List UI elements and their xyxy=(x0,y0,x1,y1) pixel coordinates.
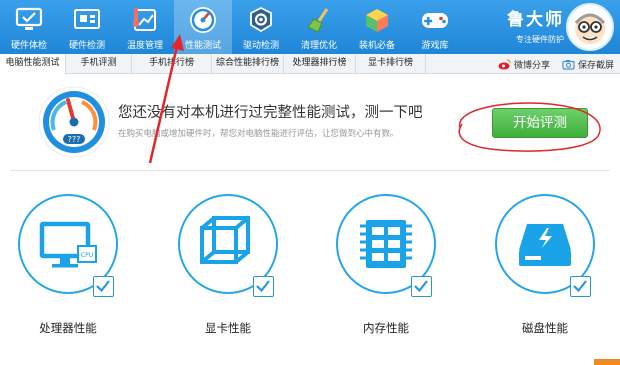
tab-overall-ranking[interactable]: 综合性能排行榜 xyxy=(212,54,284,74)
camera-icon xyxy=(562,59,575,70)
toolbar-hardware-checkup[interactable]: 硬件体检 xyxy=(0,0,58,54)
circuit-board-icon xyxy=(72,5,102,35)
save-screenshot-button[interactable]: 保存截屏 xyxy=(562,58,614,71)
toolbar-hardware-detect[interactable]: 硬件检测 xyxy=(58,0,116,54)
gauge-text: ??? xyxy=(68,135,81,144)
toolbar-clean-optimize[interactable]: 清理优化 xyxy=(290,0,348,54)
section-divider xyxy=(10,170,610,171)
mascot-avatar[interactable] xyxy=(566,3,614,51)
tab-cpu-ranking[interactable]: 处理器排行榜 xyxy=(284,54,356,74)
start-test-button[interactable]: 开始评测 xyxy=(492,108,588,138)
weibo-share-label: 微博分享 xyxy=(513,60,550,71)
checkmark-icon xyxy=(96,280,110,293)
broom-icon xyxy=(304,5,334,35)
toolbar-label: 硬件检测 xyxy=(68,41,105,51)
driver-gear-icon xyxy=(246,5,276,35)
toolbar-temperature[interactable]: 温度管理 xyxy=(116,0,174,54)
checkmark-icon xyxy=(573,280,587,293)
toolbar-label: 游戏库 xyxy=(421,41,449,51)
cpu-select-checkbox[interactable] xyxy=(93,276,114,297)
category-gpu[interactable]: 显卡性能 xyxy=(173,194,283,344)
toolbar-label: 清理优化 xyxy=(300,41,337,51)
weibo-share-button[interactable]: 微博分享 xyxy=(498,58,550,71)
disk-select-checkbox[interactable] xyxy=(570,276,591,297)
memory-select-checkbox[interactable] xyxy=(411,276,432,297)
tab-actions: 微博分享 保存截屏 xyxy=(486,54,614,74)
toolbar-label: 温度管理 xyxy=(126,41,163,51)
brand: 鲁大师 专注硬件防护 xyxy=(507,5,564,45)
brand-slogan: 专注硬件防护 xyxy=(516,35,564,44)
toolbar-essentials[interactable]: 装机必备 xyxy=(348,0,406,54)
thermometer-icon xyxy=(130,5,160,35)
category-disk[interactable]: 磁盘性能 xyxy=(490,194,600,344)
toolbar-driver-detect[interactable]: 驱动检测 xyxy=(232,0,290,54)
category-cpu[interactable]: CPU 处理器性能 xyxy=(13,194,123,344)
tab-phone-ranking[interactable]: 手机排行榜 xyxy=(132,54,212,74)
toolbar-game-library[interactable]: 游戏库 xyxy=(406,0,464,54)
category-label: 磁盘性能 xyxy=(522,321,568,335)
checkmark-icon xyxy=(414,280,428,293)
weibo-icon xyxy=(498,58,511,69)
banner-subline: 在购买电脑或增加硬件时，帮您对电脑性能进行评估，让您做到心中有数。 xyxy=(118,129,399,139)
tab-bar: 电脑性能测试 手机评测 手机排行榜 综合性能排行榜 处理器排行榜 显卡排行榜 微… xyxy=(0,54,620,75)
performance-gauge-icon: ??? xyxy=(38,86,110,158)
toolbar-label: 硬件体检 xyxy=(10,41,47,51)
gpu-select-checkbox[interactable] xyxy=(253,276,274,297)
gamepad-icon xyxy=(420,5,450,35)
tab-gpu-ranking[interactable]: 显卡排行榜 xyxy=(356,54,426,74)
checkmark-icon xyxy=(256,280,270,293)
tab-pc-performance[interactable]: 电脑性能测试 xyxy=(0,54,66,75)
speedometer-icon xyxy=(188,5,218,35)
brand-name: 鲁大师 xyxy=(507,10,564,30)
category-label: 内存性能 xyxy=(363,321,409,335)
monitor-check-icon xyxy=(14,5,44,35)
category-memory[interactable]: 内存性能 xyxy=(331,194,441,344)
tab-phone-review[interactable]: 手机评测 xyxy=(66,54,132,74)
main-toolbar: 硬件体检 硬件检测 温度管理 性能测试 驱动检测 清理优化 装机必备 游戏库 鲁… xyxy=(0,0,620,54)
banner-headline: 您还没有对本机进行过完整性能测试，测一下吧 xyxy=(118,105,423,121)
software-box-icon xyxy=(362,5,392,35)
toolbar-label: 性能测试 xyxy=(184,41,221,51)
category-label: 处理器性能 xyxy=(39,321,97,335)
toolbar-label: 装机必备 xyxy=(358,41,395,51)
category-label: 显卡性能 xyxy=(205,321,251,335)
save-screenshot-label: 保存截屏 xyxy=(577,60,614,71)
cpu-chip-text: CPU xyxy=(81,252,93,259)
toolbar-performance-test[interactable]: 性能测试 xyxy=(174,0,232,54)
toolbar-label: 驱动检测 xyxy=(242,41,279,51)
corner-badge xyxy=(594,359,620,365)
